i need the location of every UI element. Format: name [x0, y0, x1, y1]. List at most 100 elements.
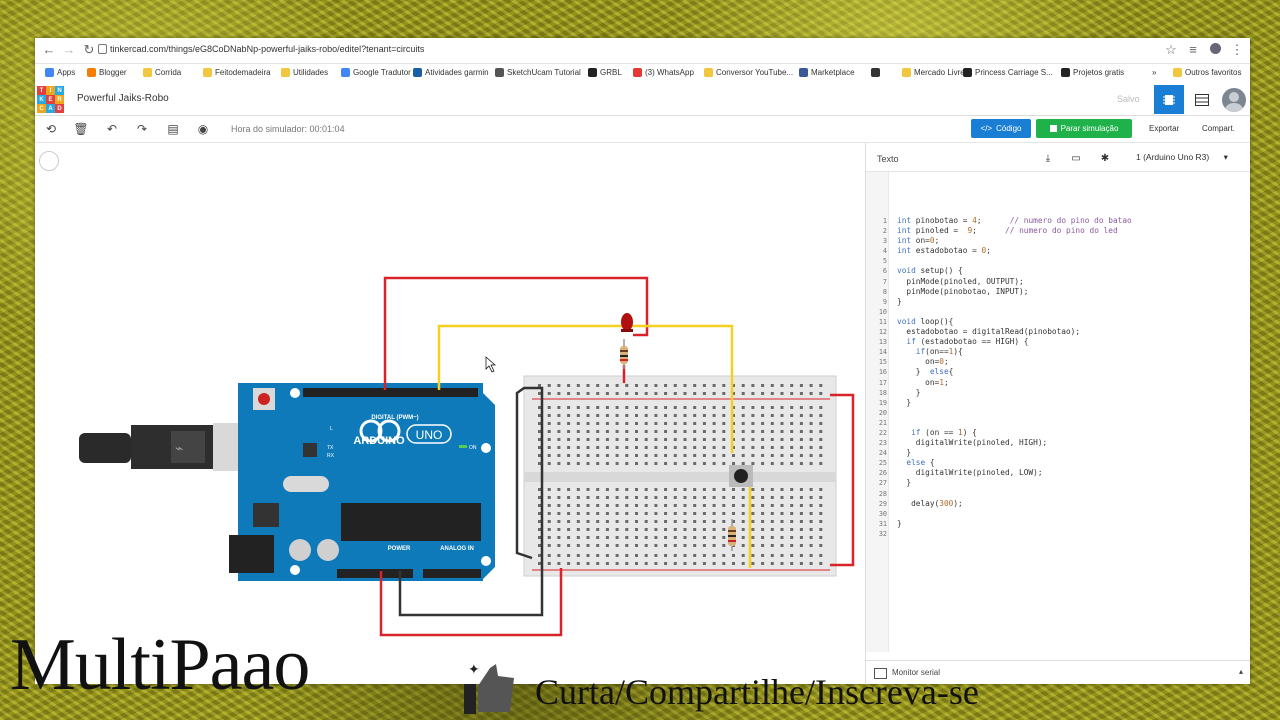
eye-icon[interactable]: ◉ [195, 121, 211, 137]
breadboard-hole [741, 536, 745, 539]
download-icon[interactable]: ⤓ [1036, 149, 1060, 167]
reload-icon[interactable]: ↻ [81, 42, 97, 58]
upload-icon[interactable]: ▭ [1064, 149, 1088, 167]
breadboard-hole [702, 554, 706, 557]
breadboard-hole [799, 454, 803, 457]
breadboard-hole [761, 422, 765, 425]
back-icon[interactable]: ← [41, 42, 57, 58]
breadboard-hole [664, 454, 668, 457]
bookmark-icon [588, 68, 597, 77]
bookmark-item[interactable]: Projetos gratis [1061, 68, 1124, 77]
rotate-icon[interactable]: ⟲ [43, 121, 59, 137]
breadboard-hole [567, 528, 571, 531]
device-select[interactable]: 1 (Arduino Uno R3) ▾ [1136, 152, 1228, 163]
bookmark-item[interactable]: Feitodemadeira [203, 68, 271, 77]
breadboard-hole [751, 496, 755, 499]
breadboard-hole [615, 562, 619, 565]
breadboard-hole [819, 406, 823, 409]
bookmark-label: Mercado Livre [914, 68, 965, 77]
list-view-button[interactable] [1187, 85, 1217, 114]
bookmark-label: Conversor YouTube... [716, 68, 794, 77]
bookmarks-more-icon[interactable]: » [1152, 68, 1156, 77]
breadboard-hole [644, 384, 648, 387]
bookmark-item[interactable]: Corrida [143, 68, 181, 77]
circuit-view-button[interactable] [1154, 85, 1184, 114]
other-bookmarks[interactable]: Outros favoritos [1173, 68, 1241, 77]
project-title[interactable]: Powerful Jaiks-Robo [77, 93, 169, 104]
breadboard-hole [751, 544, 755, 547]
breadboard-hole [567, 554, 571, 557]
tinkercad-logo[interactable]: TIN KER CAD [37, 86, 64, 113]
arduino-uno-board[interactable]: ARDUINO UNO DIGITAL (PWM~) POWER ANALOG … [229, 383, 495, 581]
breadboard-hole [547, 406, 551, 409]
breadboard-hole [547, 496, 551, 499]
breadboard-hole [770, 528, 774, 531]
media-icon[interactable]: ≡ [1185, 42, 1201, 58]
url-text[interactable]: tinkercad.com/things/eG8CoDNabNp-powerfu… [110, 44, 424, 54]
export-button[interactable]: Exportar [1149, 124, 1179, 133]
breadboard-hole [673, 384, 677, 387]
bookmark-item[interactable]: Atividades garmin [413, 68, 489, 77]
menu-icon[interactable]: ⋮ [1229, 42, 1245, 58]
breadboard-hole [722, 384, 726, 387]
breadboard-hole [538, 554, 541, 557]
stop-simulation-button[interactable]: Parar simulação [1036, 119, 1132, 138]
bookmark-item[interactable]: Marketplace [799, 68, 855, 77]
breadboard[interactable] [523, 375, 837, 577]
code-mode-select[interactable]: Texto [877, 154, 899, 164]
breadboard-hole [538, 562, 541, 565]
bookmark-item[interactable]: SketchUcam Tutorial [495, 68, 581, 77]
notes-icon[interactable]: ▤ [165, 121, 181, 137]
bookmark-item[interactable]: Princess Carriage S... [963, 68, 1053, 77]
bookmark-item[interactable]: GRBL [588, 68, 622, 77]
breadboard-hole [576, 562, 580, 565]
breadboard-hole [654, 422, 658, 425]
breadboard-hole [673, 496, 677, 499]
breadboard-hole [625, 504, 629, 507]
breadboard-hole [644, 406, 648, 409]
bookmark-item[interactable]: Apps [45, 68, 75, 77]
delete-icon[interactable]: 🗑 [73, 121, 89, 137]
forward-icon[interactable]: → [61, 42, 77, 58]
breadboard-hole [615, 446, 619, 449]
breadboard-hole [809, 384, 813, 387]
breadboard-hole [557, 414, 561, 417]
breadboard-hole [741, 438, 745, 441]
breadboard-hole [819, 496, 823, 499]
breadboard-hole [809, 422, 813, 425]
star-icon[interactable]: ☆ [1163, 42, 1179, 58]
bookmark-item[interactable]: Blogger [87, 68, 127, 77]
chevron-up-icon[interactable]: ▴ [1239, 667, 1243, 676]
breadboard-hole [586, 414, 590, 417]
bookmark-item[interactable] [871, 68, 883, 77]
circuit-canvas[interactable]: ⌁ ARDUINO UNO DIGITAL (PWM~) POWER ANALO… [35, 143, 865, 684]
bookmark-item[interactable]: Mercado Livre [902, 68, 965, 77]
rx-label: RX [327, 453, 335, 459]
breadboard-hole [790, 520, 794, 523]
user-avatar[interactable] [1220, 85, 1248, 114]
breadboard-hole [741, 454, 745, 457]
code-editor[interactable]: int pinobotao = 4; // numero do pino do … [897, 216, 1132, 529]
resistor-led[interactable] [620, 339, 628, 369]
debug-icon[interactable]: ✱ [1093, 149, 1117, 167]
undo-icon[interactable]: ↶ [104, 121, 120, 137]
profile-icon[interactable] [1207, 42, 1223, 58]
breadboard-hole [567, 384, 571, 387]
push-button[interactable] [729, 465, 753, 487]
breadboard-hole [722, 438, 726, 441]
red-led[interactable] [621, 313, 633, 332]
code-button[interactable]: </> Código [971, 119, 1031, 138]
bookmark-item[interactable]: Utilidades [281, 68, 328, 77]
breadboard-hole [693, 392, 697, 395]
share-button[interactable]: Compart. [1202, 124, 1235, 133]
bookmark-item[interactable]: Google Tradutor [341, 68, 411, 77]
bookmark-item[interactable]: Conversor YouTube... [704, 68, 793, 77]
redo-icon[interactable]: ↷ [134, 121, 150, 137]
breadboard-hole [635, 462, 638, 465]
breadboard-hole [625, 562, 629, 565]
breadboard-hole [557, 562, 561, 565]
breadboard-hole [654, 512, 658, 515]
bookmark-item[interactable]: (3) WhatsApp [633, 68, 694, 77]
breadboard-hole [712, 430, 716, 433]
breadboard-hole [741, 496, 745, 499]
